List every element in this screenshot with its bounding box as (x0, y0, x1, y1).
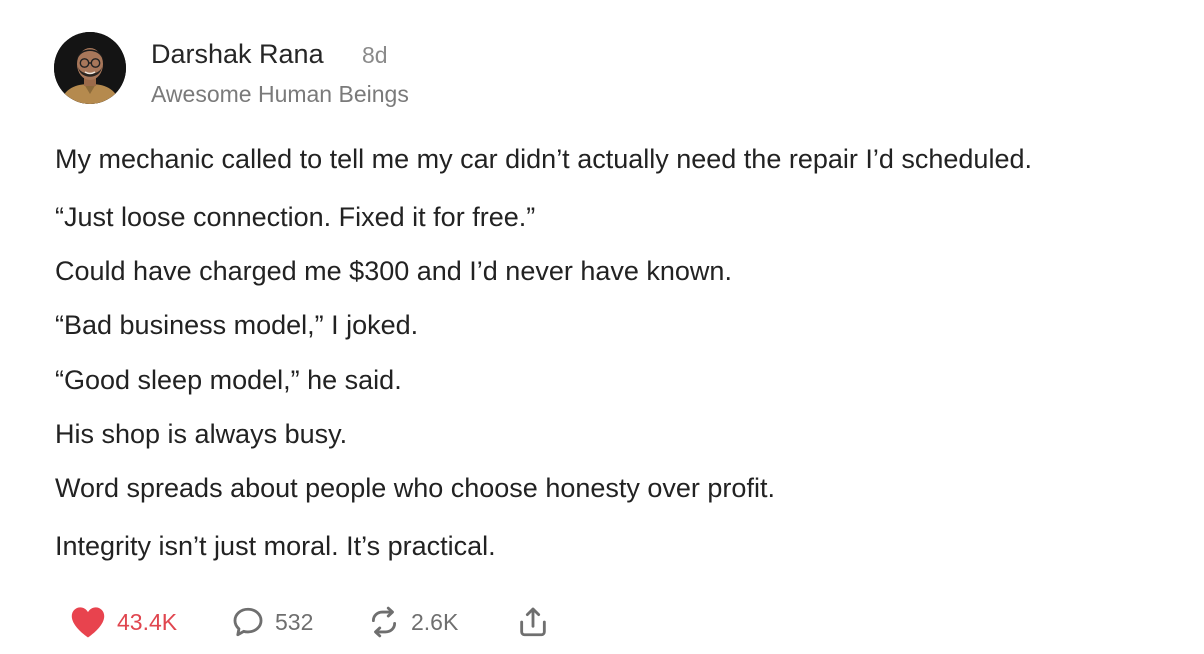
share-button[interactable] (516, 602, 550, 642)
comment-button[interactable]: 532 (231, 602, 313, 642)
avatar-photo (54, 32, 126, 104)
repost-count: 2.6K (411, 609, 459, 635)
author-name[interactable]: Darshak Rana (151, 37, 324, 71)
repost-button[interactable]: 2.6K (367, 602, 458, 642)
community-name[interactable]: Awesome Human Beings (151, 79, 409, 109)
post-text-line: Could have charged me $300 and I’d never… (55, 256, 732, 286)
post-text-line: “Good sleep model,” he said. (55, 365, 402, 395)
post-text-line: My mechanic called to tell me my car did… (55, 144, 1032, 174)
post-timestamp: 8d (362, 42, 388, 68)
speech-bubble-icon (233, 607, 263, 637)
author-avatar[interactable] (54, 32, 126, 104)
post-text-line: Word spreads about people who choose hon… (55, 473, 775, 503)
heart-icon (71, 607, 105, 638)
repost-icon (371, 606, 397, 638)
comment-count: 532 (275, 609, 314, 635)
post-text-line: His shop is always busy. (55, 419, 348, 449)
post-card: Darshak Rana 8d Awesome Human Beings My … (0, 0, 1204, 654)
share-icon (520, 607, 546, 637)
like-button[interactable]: 43.4K (69, 602, 177, 642)
post-text-line: “Just loose connection. Fixed it for fre… (55, 202, 536, 232)
like-count: 43.4K (117, 609, 178, 635)
post-text-line: “Bad business model,” I joked. (55, 310, 419, 340)
post-text-line: Integrity isn’t just moral. It’s practic… (55, 531, 496, 561)
